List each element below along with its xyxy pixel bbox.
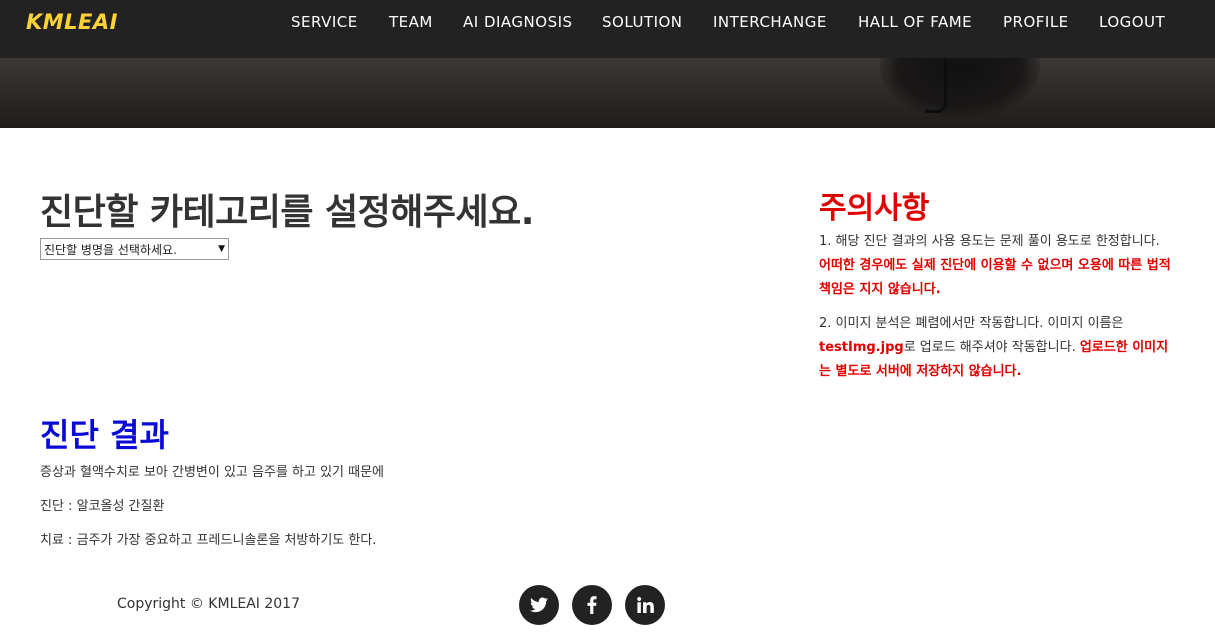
navbar: KMLEAI SERVICE TEAM AI DIAGNOSIS SOLUTIO… bbox=[0, 0, 1215, 58]
brand-logo[interactable]: KMLEAI bbox=[26, 10, 118, 34]
page-title: 진단할 카테고리를 설정해주세요. bbox=[40, 192, 534, 233]
category-select-value: 진단할 병명을 선택하세요. bbox=[44, 242, 177, 257]
dropdown-arrow-icon: ▼ bbox=[218, 244, 225, 254]
result-heading: 진단 결과 bbox=[40, 416, 169, 454]
nav-logout[interactable]: LOGOUT bbox=[1099, 13, 1165, 31]
hero-banner bbox=[0, 58, 1215, 128]
notice-paragraph-2: 2. 이미지 분석은 폐렴에서만 작동합니다. 이미지 이름은 testImg.… bbox=[819, 312, 1174, 384]
notice-2-text-a: 2. 이미지 분석은 폐렴에서만 작동합니다. 이미지 이름은 bbox=[819, 316, 1124, 331]
result-symptom-text: 증상과 혈액수치로 보아 간병변이 있고 음주를 하고 있기 때문에 bbox=[40, 465, 385, 480]
nav-interchange[interactable]: INTERCHANGE bbox=[713, 13, 827, 31]
notice-paragraph-1: 1. 해당 진단 결과의 사용 용도는 문제 풀이 용도로 한정합니다. 어떠한… bbox=[819, 230, 1174, 302]
nav-hall-of-fame[interactable]: HALL OF FAME bbox=[858, 13, 972, 31]
linkedin-button[interactable] bbox=[625, 585, 665, 625]
hero-decoration-line bbox=[925, 58, 947, 113]
linkedin-icon bbox=[636, 597, 654, 613]
nav-profile[interactable]: PROFILE bbox=[1003, 13, 1069, 31]
facebook-button[interactable] bbox=[572, 585, 612, 625]
nav-service[interactable]: SERVICE bbox=[291, 13, 358, 31]
notice-heading: 주의사항 bbox=[819, 191, 930, 226]
notice-1-warning: 어떠한 경우에도 실제 진단에 이용할 수 없으며 오용에 따른 법적책임은 지… bbox=[819, 258, 1171, 297]
facebook-icon bbox=[587, 596, 597, 614]
twitter-button[interactable] bbox=[519, 585, 559, 625]
nav-solution[interactable]: SOLUTION bbox=[602, 13, 683, 31]
result-diagnosis-text: 진단 : 알코올성 간질환 bbox=[40, 499, 165, 514]
nav-team[interactable]: TEAM bbox=[389, 13, 433, 31]
twitter-icon bbox=[530, 597, 548, 613]
notice-1-text: 1. 해당 진단 결과의 사용 용도는 문제 풀이 용도로 한정합니다. bbox=[819, 234, 1160, 249]
copyright-text: Copyright © KMLEAI 2017 bbox=[117, 596, 300, 612]
hero-decoration bbox=[880, 58, 1040, 118]
notice-2-text-b: 로 업로드 해주셔야 작동합니다. bbox=[903, 340, 1080, 355]
category-select[interactable]: 진단할 병명을 선택하세요. ▼ bbox=[40, 238, 229, 260]
nav-ai-diagnosis[interactable]: AI DIAGNOSIS bbox=[463, 13, 573, 31]
notice-2-filename: testImg.jpg bbox=[819, 340, 904, 355]
result-treatment-text: 치료 : 금주가 가장 중요하고 프레드니솔론을 처방하기도 한다. bbox=[40, 533, 377, 548]
